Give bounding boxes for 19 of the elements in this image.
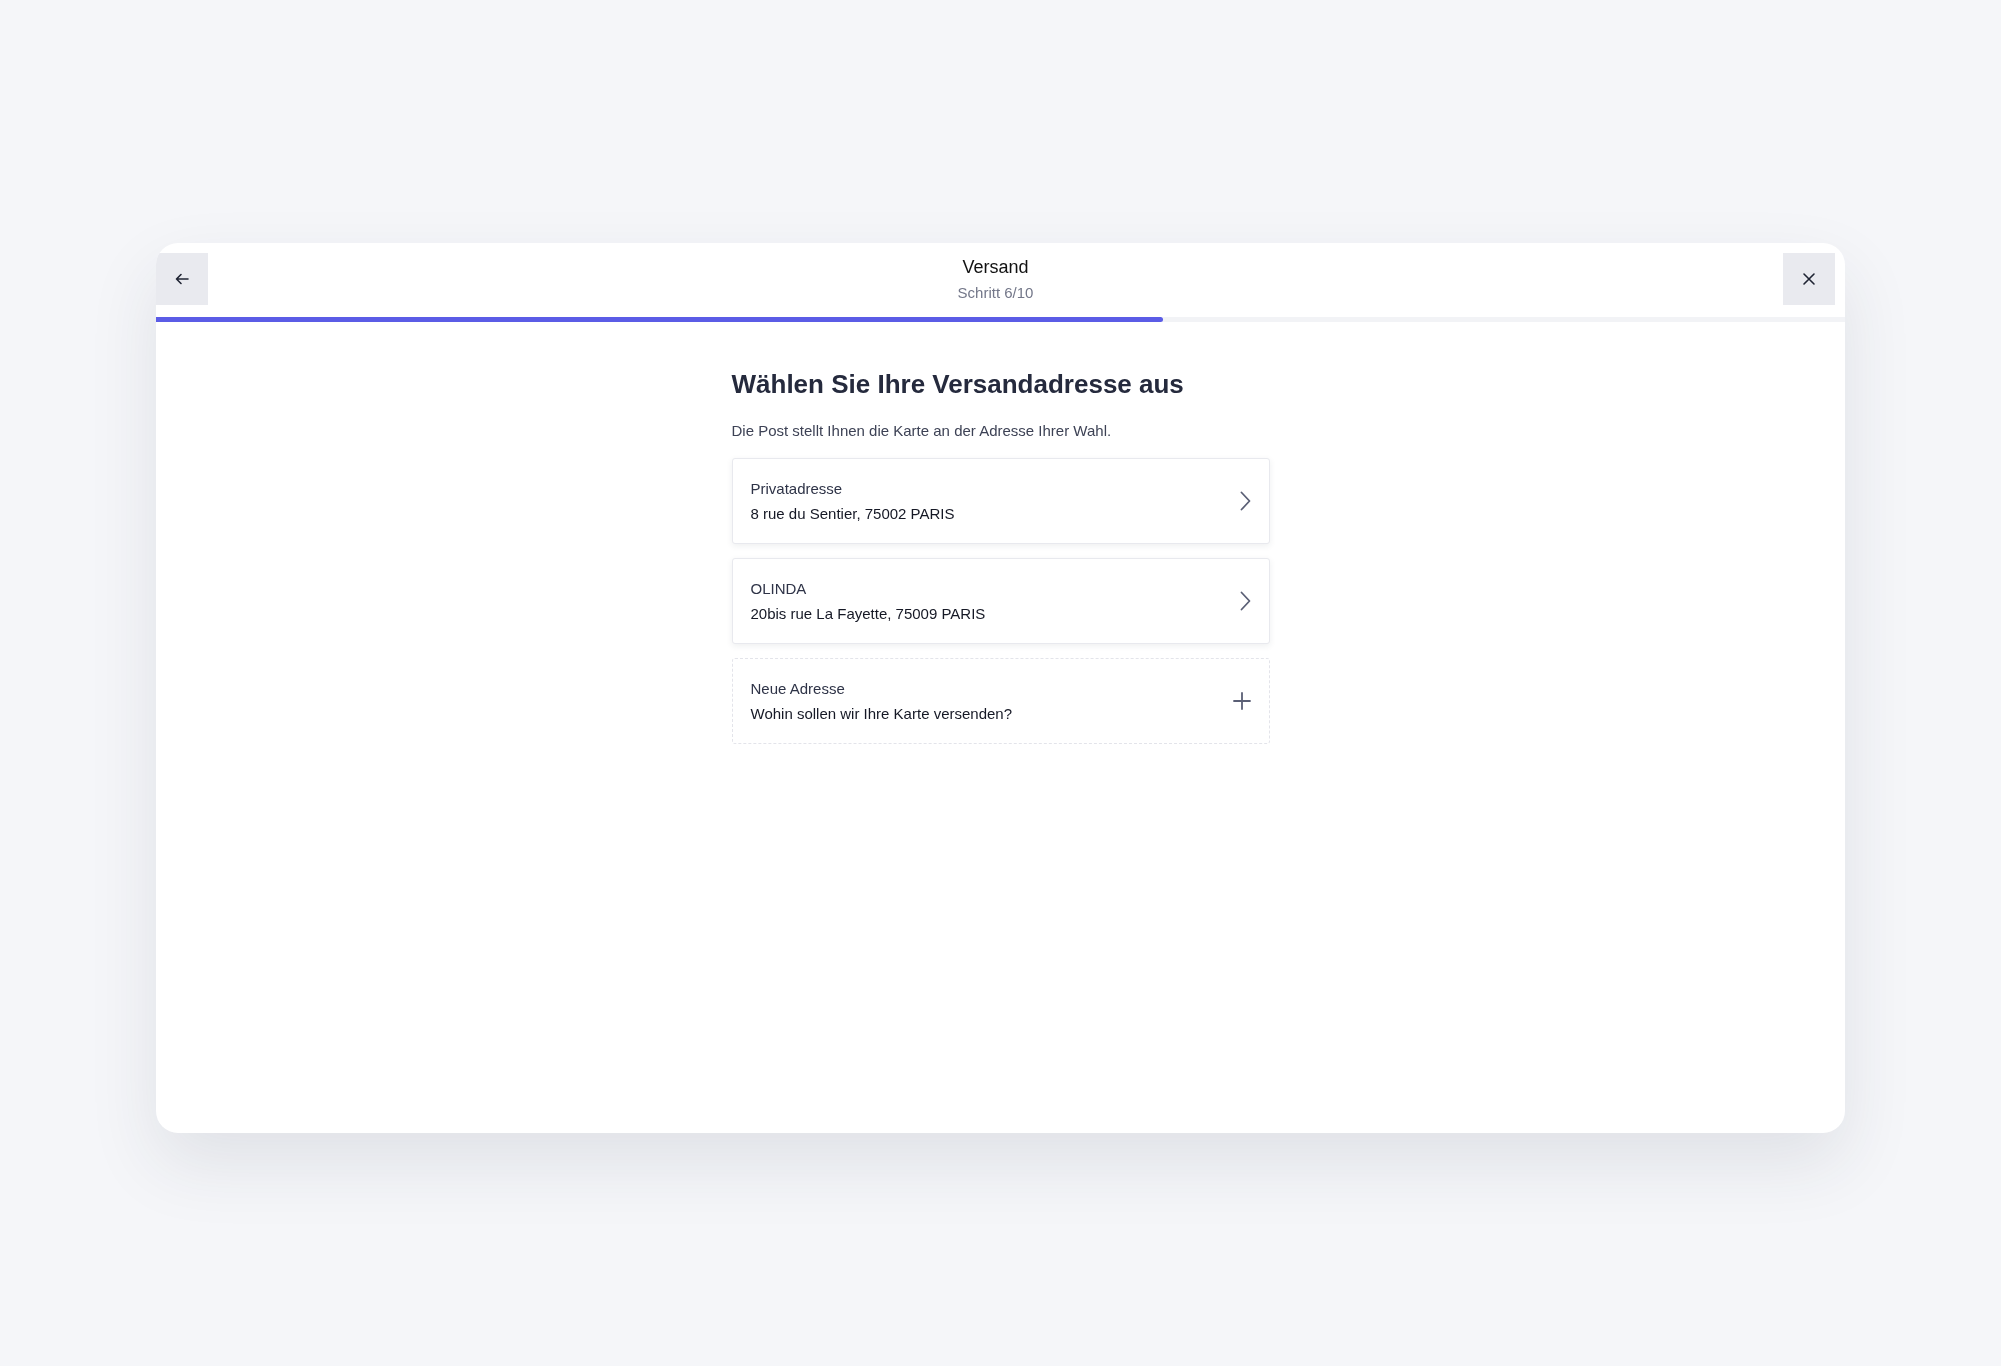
option-address: 20bis rue La Fayette, 75009 PARIS [750,605,986,622]
page-description: Die Post stellt Ihnen die Karte an der Adresse Ihrer Wahl. [731,422,1113,439]
address-option[interactable]: Privatadresse 8 rue du Sentier, 75002 PARIS [731,458,1270,544]
option-address: Wohin sollen wir Ihre Karte versenden? [750,705,1013,722]
close-button[interactable] [1783,253,1835,305]
window-title: Versand [962,257,1029,278]
option-address: 8 rue du Sentier, 75002 PARIS [750,505,955,522]
option-title: Privatadresse [750,480,844,497]
option-title: Neue Adresse [750,680,846,697]
chevron-right-icon [1239,491,1251,511]
page-heading: Wählen Sie Ihre Versandadresse aus [731,369,1185,400]
option-title: OLINDA [750,580,808,597]
new-address-option[interactable]: Neue Adresse Wohin sollen wir Ihre Karte versenden? [731,658,1270,744]
back-arrow-icon [175,273,189,285]
address-option[interactable]: OLINDA 20bis rue La Fayette, 75009 PARIS [731,558,1270,644]
step-counter: Schritt 6/10 [957,284,1034,301]
plus-icon [1232,692,1251,710]
close-icon [1802,272,1816,286]
chevron-right-icon [1239,591,1251,611]
